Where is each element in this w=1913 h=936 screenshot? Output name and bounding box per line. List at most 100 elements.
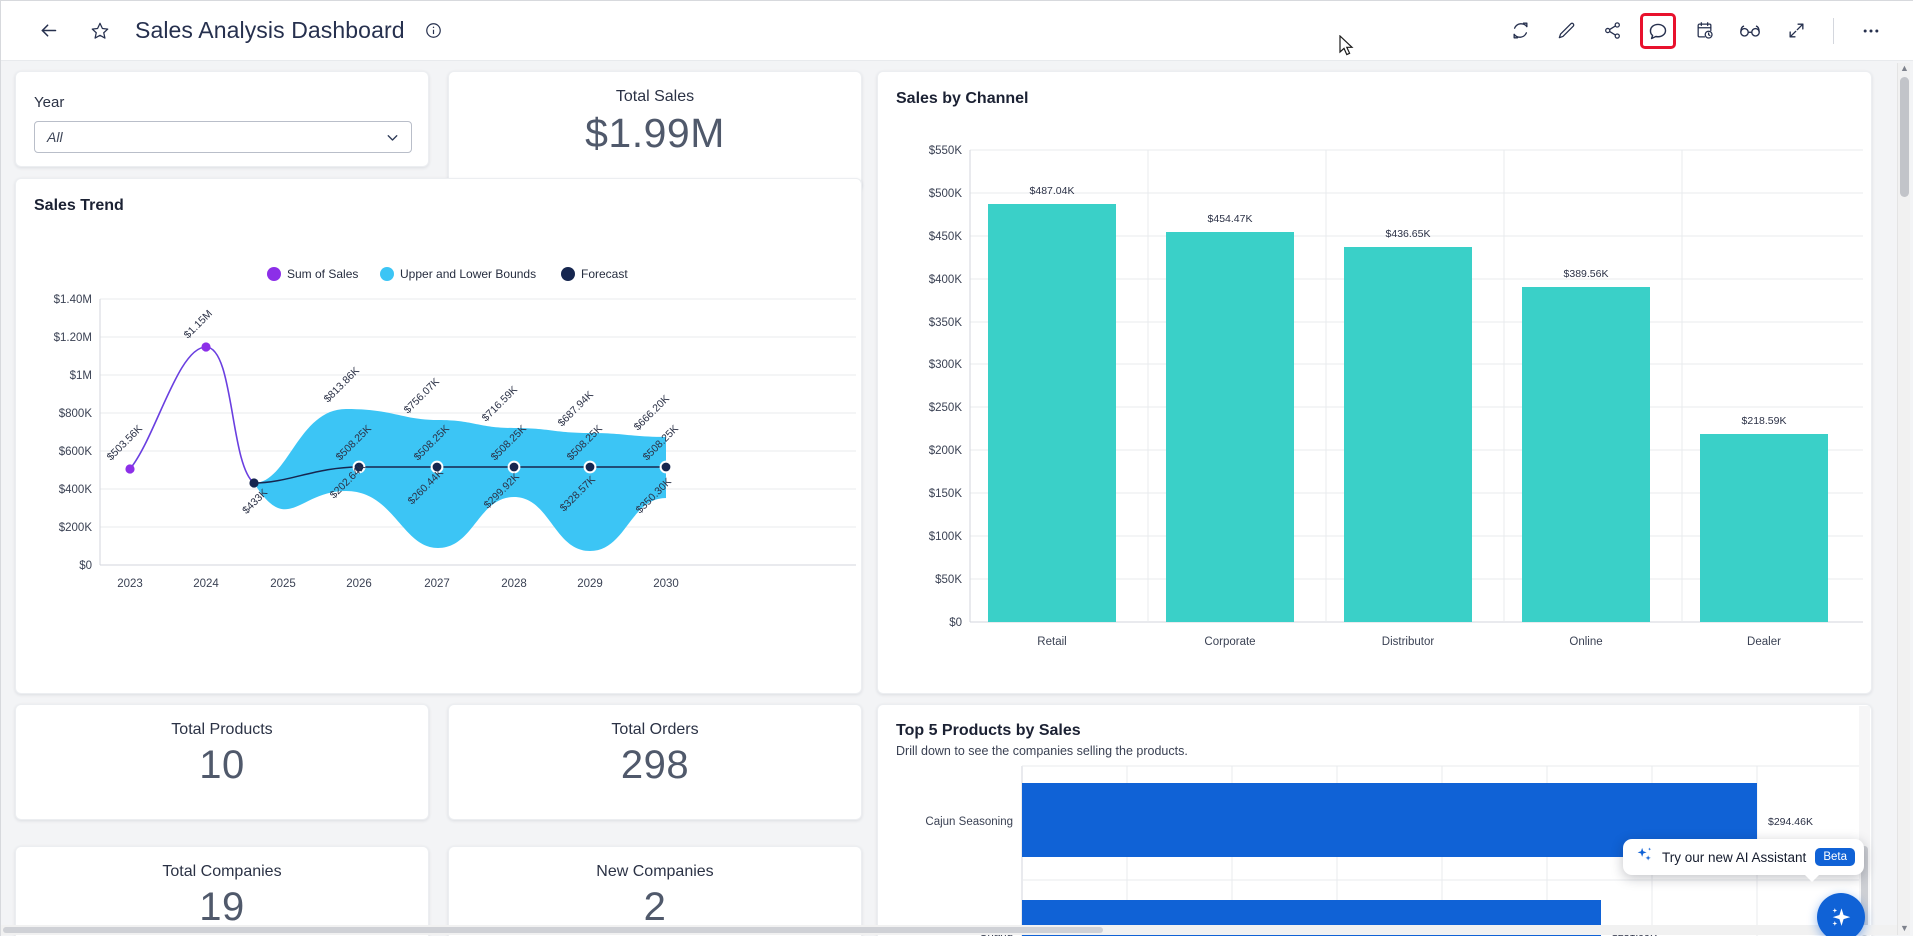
data-point (249, 478, 258, 487)
svg-text:$433K: $433K (240, 487, 270, 517)
svg-text:2024: 2024 (193, 578, 219, 590)
kpi-card-total-orders[interactable]: Total Orders 298 (448, 704, 862, 820)
sparkle-icon (1829, 905, 1854, 930)
bar (1344, 247, 1472, 622)
mouse-cursor (1339, 35, 1355, 57)
svg-text:Sum of Sales: Sum of Sales (287, 267, 358, 281)
data-point (661, 462, 672, 473)
kpi-title: Total Products (171, 721, 272, 739)
sales-trend-chart[interactable]: Sum of Sales Upper and Lower Bounds Fore… (16, 215, 861, 685)
sales-trend-y-axis: $1.40M $1.20M $1M $800K $600K $400K $200… (54, 294, 93, 572)
svg-text:$0: $0 (949, 617, 962, 629)
info-circle-icon[interactable] (417, 14, 451, 48)
header-divider (1833, 18, 1834, 44)
kpi-value: 298 (621, 743, 689, 788)
svg-text:$1.15M: $1.15M (182, 308, 215, 341)
svg-text:$800K: $800K (59, 408, 93, 420)
svg-text:$487.04K: $487.04K (1030, 185, 1075, 197)
top-products-panel[interactable]: Top 5 Products by Sales Drill down to se… (877, 704, 1872, 936)
confidence-band (254, 409, 666, 551)
svg-text:$450K: $450K (929, 231, 963, 243)
kpi-card-new-companies[interactable]: New Companies 2 (448, 846, 862, 936)
kpi-value: $1.99M (585, 110, 725, 157)
dashboard-canvas: Year All Total Sales $1.99M Sales Trend (1, 61, 1913, 936)
schedule-icon[interactable] (1689, 16, 1719, 46)
scrollbar-thumb[interactable] (1900, 77, 1909, 197)
kpi-card-total-products[interactable]: Total Products 10 (15, 704, 429, 820)
bar (1700, 434, 1828, 622)
svg-text:$756.07K: $756.07K (402, 376, 442, 416)
sales-by-channel-panel[interactable]: Sales by Channel $550K $500K $450K $400K… (877, 71, 1872, 694)
svg-text:$50K: $50K (935, 574, 962, 586)
data-point (201, 342, 210, 351)
svg-text:$400K: $400K (929, 274, 963, 286)
channel-bars (988, 204, 1828, 622)
svg-text:$200K: $200K (59, 522, 93, 534)
svg-text:$1M: $1M (70, 370, 92, 382)
svg-text:$1.20M: $1.20M (54, 332, 92, 344)
svg-text:$1.40M: $1.40M (54, 294, 92, 306)
kpi-card-total-sales[interactable]: Total Sales $1.99M (448, 71, 862, 191)
kpi-title: Total Orders (611, 721, 698, 739)
sales-trend-panel[interactable]: Sales Trend Sum of Sales Upper and Lower… (15, 178, 862, 694)
sales-trend-legend: Sum of Sales Upper and Lower Bounds Fore… (267, 267, 628, 281)
svg-text:$600K: $600K (59, 446, 93, 458)
chevron-up-icon[interactable]: ▲ (1900, 63, 1909, 73)
share-icon[interactable] (1597, 16, 1627, 46)
page-title: Sales Analysis Dashboard (135, 17, 405, 44)
svg-text:$250K: $250K (929, 402, 963, 414)
sales-by-channel-title: Sales by Channel (896, 90, 1871, 108)
chevron-down-icon[interactable]: ▼ (1900, 923, 1909, 933)
sales-by-channel-chart[interactable]: $550K $500K $450K $400K $350K $300K $250… (878, 108, 1871, 686)
svg-text:$454.47K: $454.47K (1208, 213, 1253, 225)
back-button[interactable] (31, 14, 65, 48)
svg-text:Upper and Lower Bounds: Upper and Lower Bounds (400, 267, 536, 281)
page-scrollbar-horizontal[interactable] (1, 925, 1901, 935)
ai-assistant-button[interactable] (1817, 893, 1865, 936)
fullscreen-icon[interactable] (1781, 16, 1811, 46)
svg-text:2026: 2026 (346, 578, 372, 590)
svg-text:$687.94K: $687.94K (556, 389, 596, 429)
star-icon[interactable] (83, 14, 117, 48)
channel-x-axis: Retail Corporate Distributor Online Deal… (1037, 636, 1781, 648)
svg-text:2025: 2025 (270, 578, 296, 590)
svg-text:2028: 2028 (501, 578, 527, 590)
svg-text:$500K: $500K (929, 188, 963, 200)
refresh-icon[interactable] (1505, 16, 1535, 46)
sparkle-icon (1635, 846, 1653, 869)
svg-text:$550K: $550K (929, 145, 963, 157)
bar (1522, 287, 1650, 622)
svg-text:Online: Online (1569, 636, 1602, 648)
kpi-title: Total Companies (162, 863, 281, 881)
year-select[interactable]: All (34, 121, 412, 153)
header-actions (1505, 16, 1886, 46)
top-products-title: Top 5 Products by Sales (896, 722, 1871, 740)
scrollbar-thumb[interactable] (3, 927, 1103, 933)
svg-text:$300K: $300K (929, 359, 963, 371)
channel-y-axis: $550K $500K $450K $400K $350K $300K $250… (929, 145, 963, 629)
top-products-scrollbar[interactable]: ▼ (1859, 706, 1870, 936)
svg-text:Retail: Retail (1037, 636, 1066, 648)
ai-assistant-tooltip[interactable]: Try our new AI Assistant Beta (1623, 839, 1864, 875)
sales-trend-title: Sales Trend (34, 197, 861, 215)
svg-text:$0: $0 (79, 560, 92, 572)
data-point (125, 464, 134, 473)
page-scrollbar-vertical[interactable]: ▲ ▼ (1897, 63, 1910, 935)
svg-text:$350K: $350K (929, 317, 963, 329)
year-select-value: All (47, 129, 384, 145)
sales-trend-x-axis: 2023 2024 2025 2026 2027 2028 2029 2030 (117, 578, 679, 590)
svg-text:$400K: $400K (59, 484, 93, 496)
kpi-card-total-companies[interactable]: Total Companies 19 (15, 846, 429, 936)
svg-text:2029: 2029 (577, 578, 603, 590)
present-icon[interactable] (1735, 16, 1765, 46)
svg-text:2023: 2023 (117, 578, 143, 590)
dashboard-app: Sales Analysis Dashboard (0, 0, 1913, 936)
kpi-value: 10 (199, 743, 245, 788)
bar (1166, 232, 1294, 622)
year-filter-card: Year All (15, 71, 429, 167)
more-options-icon[interactable] (1856, 16, 1886, 46)
year-filter-label: Year (34, 94, 428, 111)
comment-icon[interactable] (1643, 16, 1673, 46)
ai-assistant-text: Try our new AI Assistant (1662, 850, 1806, 865)
edit-icon[interactable] (1551, 16, 1581, 46)
